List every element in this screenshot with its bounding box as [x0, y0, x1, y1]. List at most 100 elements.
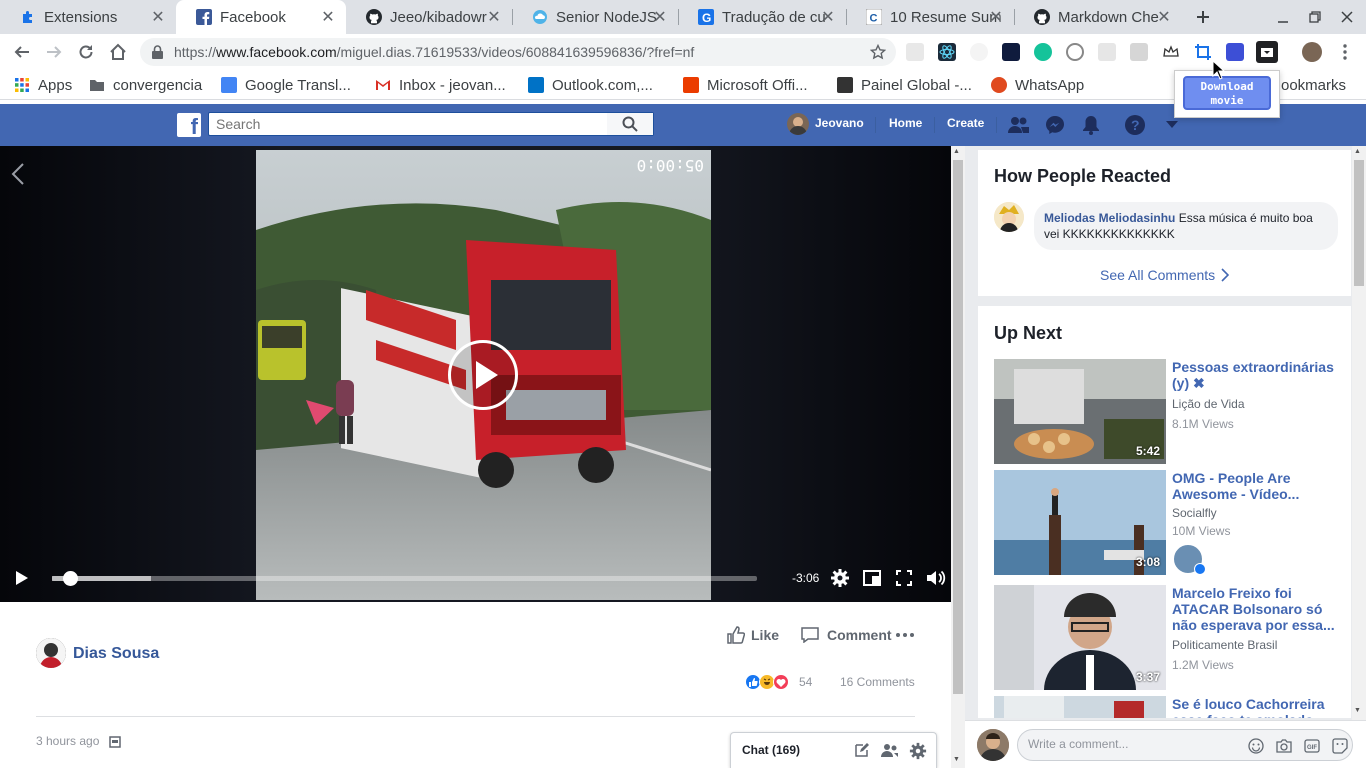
video-player[interactable]: 05:00:0 -3:06 — [0, 146, 951, 602]
extension-clipboard-icon[interactable] — [1098, 43, 1116, 61]
chrome-menu-icon[interactable] — [1333, 40, 1357, 64]
video-progress-bar[interactable] — [52, 571, 757, 586]
profile-link[interactable]: Jeovano — [815, 116, 864, 130]
forward-button[interactable] — [42, 40, 66, 64]
close-tab-icon[interactable]: ✕ — [320, 9, 336, 26]
extension-blue-icon[interactable] — [1226, 43, 1244, 61]
search-button[interactable] — [607, 113, 653, 135]
video-channel[interactable]: Lição de Vida — [1172, 397, 1245, 411]
commenter-avatar[interactable] — [994, 202, 1024, 232]
home-link[interactable]: Home — [889, 116, 922, 130]
reactions-summary[interactable]: 54 — [745, 674, 812, 690]
crop-tool-icon[interactable] — [1194, 43, 1212, 61]
video-panel-scrollbar-thumb[interactable] — [953, 160, 963, 694]
bookmark-microsoft-office[interactable]: Microsoft Offi... — [683, 76, 808, 94]
video-frame[interactable]: 05:00:0 — [256, 150, 711, 600]
close-tab-icon[interactable]: ✕ — [1156, 9, 1172, 26]
chat-tab[interactable]: Chat (169) — [730, 732, 937, 768]
video-thumbnail[interactable]: 3:37 — [994, 585, 1166, 690]
sticker-icon[interactable] — [1332, 738, 1348, 754]
post-timestamp[interactable]: 3 hours ago — [36, 734, 121, 748]
extension-crown-icon[interactable] — [1162, 43, 1180, 61]
close-tab-icon[interactable]: ✕ — [820, 9, 836, 26]
create-link[interactable]: Create — [947, 116, 984, 130]
camera-icon[interactable] — [1276, 738, 1292, 754]
extension-react-icon[interactable] — [938, 43, 956, 61]
new-tab-button[interactable] — [1187, 0, 1219, 34]
commenter-name-link[interactable]: Meliodas Meliodasinhu — [1044, 211, 1175, 225]
bookmark-star-icon[interactable] — [870, 44, 886, 60]
facebook-logo[interactable]: f — [177, 113, 201, 138]
up-next-item[interactable]: Se é louco Cachorreira esse faço te amol… — [994, 696, 1344, 718]
extension-circle-icon[interactable] — [1066, 43, 1084, 61]
scroll-down-arrow-icon[interactable]: ▼ — [953, 756, 960, 763]
scroll-up-arrow-icon[interactable]: ▲ — [953, 148, 960, 155]
tab-github-kibadowr[interactable]: Jeeo/kibadowr ✕ — [346, 0, 512, 34]
tab-facebook[interactable]: Facebook ✕ — [176, 0, 346, 34]
extension-k-icon[interactable] — [1130, 43, 1148, 61]
emoji-icon[interactable] — [1248, 738, 1264, 754]
extension-m-icon[interactable] — [906, 43, 924, 61]
sidebar-scrollbar-thumb[interactable] — [1354, 160, 1364, 286]
restore-window-button[interactable] — [1299, 0, 1331, 34]
reload-button[interactable] — [74, 40, 98, 64]
fullscreen-icon[interactable] — [894, 568, 914, 588]
grammarly-icon[interactable] — [1034, 43, 1052, 61]
author-name-link[interactable]: Dias Sousa — [73, 645, 159, 663]
download-movie-button[interactable]: Download movie — [1183, 76, 1271, 110]
search-input[interactable] — [216, 116, 606, 132]
video-channel[interactable]: Socialfly — [1172, 506, 1217, 520]
video-title-link[interactable]: Marcelo Freixo foi ATACAR Bolsonaro só n… — [1172, 585, 1342, 633]
tab-markdown-cheatsheet[interactable]: Markdown Che ✕ — [1014, 0, 1182, 34]
video-title-link[interactable]: OMG - People Are Awesome - Vídeo... — [1172, 470, 1342, 502]
new-message-icon[interactable] — [854, 742, 870, 758]
close-tab-icon[interactable]: ✕ — [150, 9, 166, 26]
comments-count-link[interactable]: 16 Comments — [840, 675, 915, 689]
notifications-bell-icon[interactable] — [1079, 113, 1103, 137]
bookmark-inbox[interactable]: Inbox - jeovan... — [375, 76, 506, 94]
back-arrow-icon[interactable] — [10, 162, 26, 186]
video-thumbnail[interactable]: 5:42 — [994, 359, 1166, 464]
minimize-window-button[interactable] — [1267, 0, 1299, 34]
video-title-link[interactable]: Se é louco Cachorreira esse faço te amol… — [1172, 696, 1342, 718]
video-title-link[interactable]: Pessoas extraordinárias (y) ✖ — [1172, 359, 1342, 391]
tab-resume-summary[interactable]: C 10 Resume Sum ✕ — [846, 0, 1014, 34]
bookmark-google-translate[interactable]: Google Transl... — [221, 76, 351, 94]
picture-in-picture-icon[interactable] — [862, 568, 882, 588]
bookmark-outlook[interactable]: Outlook.com,... — [528, 76, 653, 94]
settings-gear-icon[interactable] — [830, 568, 850, 588]
close-window-button[interactable] — [1331, 0, 1363, 34]
comment-input[interactable] — [1028, 737, 1228, 751]
see-all-comments-link[interactable]: See All Comments — [1100, 267, 1230, 283]
tab-extensions[interactable]: Extensions ✕ — [0, 0, 176, 34]
sidebar-scroll-up-icon[interactable]: ▲ — [1354, 148, 1361, 155]
up-next-item[interactable]: 3:37 Marcelo Freixo foi ATACAR Bolsonaro… — [994, 585, 1344, 690]
close-tab-icon[interactable]: ✕ — [988, 9, 1004, 26]
video-thumbnail[interactable]: 3:08 — [994, 470, 1166, 575]
address-bar[interactable]: https://www.facebook.com/miguel.dias.716… — [140, 38, 896, 66]
download-movie-extension-icon[interactable] — [1256, 41, 1278, 63]
home-button[interactable] — [106, 40, 130, 64]
tab-traducao[interactable]: G Tradução de cu ✕ — [678, 0, 846, 34]
more-options-icon[interactable] — [896, 626, 914, 644]
back-button[interactable] — [10, 40, 34, 64]
gif-icon[interactable]: GIF — [1304, 738, 1320, 754]
tab-senior-nodejs[interactable]: Senior NodeJS ✕ — [512, 0, 678, 34]
play-button[interactable] — [12, 568, 32, 588]
extension-redux-icon[interactable] — [1002, 43, 1020, 61]
messenger-icon[interactable] — [1043, 113, 1067, 137]
other-bookmarks[interactable]: ookmarks — [1281, 76, 1346, 94]
up-next-item[interactable]: 3:08 OMG - People Are Awesome - Vídeo...… — [994, 470, 1344, 575]
bookmark-convergencia[interactable]: convergencia — [89, 76, 202, 94]
chat-settings-gear-icon[interactable] — [909, 742, 927, 760]
bookmark-whatsapp[interactable]: WhatsApp — [991, 76, 1084, 94]
friend-requests-icon[interactable] — [1007, 113, 1031, 137]
help-icon[interactable]: ? — [1123, 113, 1147, 137]
bookmark-painel-global[interactable]: Painel Global -... — [837, 76, 972, 94]
sidebar-scroll-down-icon[interactable]: ▼ — [1354, 707, 1361, 714]
profile-avatar[interactable] — [1302, 42, 1322, 62]
user-avatar[interactable] — [787, 113, 809, 135]
progress-scrubber[interactable] — [62, 571, 78, 586]
comment-button[interactable]: Comment — [801, 626, 892, 644]
up-next-item[interactable]: 5:42 Pessoas extraordinárias (y) ✖ Lição… — [994, 359, 1344, 464]
